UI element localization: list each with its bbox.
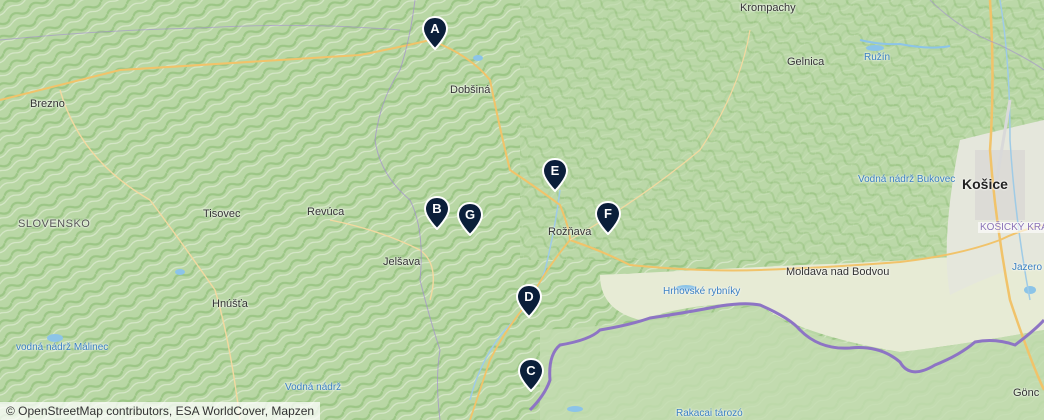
label-ruzin: Ružín — [864, 52, 891, 63]
label-malinec: vodná nádrž Málinec — [16, 342, 109, 353]
label-moldava: Moldava nad Bodvou — [786, 266, 890, 278]
label-kosice: Košice — [962, 176, 1008, 192]
label-hrhovske: Hrhovské rybníky — [663, 286, 741, 297]
label-vodna-nadrz: Vodná nádrž — [285, 382, 342, 393]
map-marker-d[interactable]: D — [516, 284, 542, 318]
map-terrain — [0, 0, 1044, 420]
map-attribution: © OpenStreetMap contributors, ESA WorldC… — [0, 402, 321, 420]
label-slovensko: SLOVENSKO — [18, 218, 91, 230]
label-roznava: Rožňava — [548, 226, 592, 238]
label-rakaca: Rakacai tározó — [676, 408, 743, 419]
label-jelsava: Jelšava — [383, 256, 421, 268]
label-bukovec: Vodná nádrž Bukovec — [858, 174, 956, 185]
marker-label: D — [524, 289, 534, 304]
label-revuca: Revúca — [307, 206, 345, 218]
marker-label: B — [432, 201, 442, 216]
label-kosicky-kraj: KOŠICKÝ KRAJ — [978, 222, 1044, 233]
label-tisovec: Tisovec — [203, 208, 241, 220]
marker-label: C — [526, 363, 536, 378]
marker-label: A — [430, 21, 440, 36]
map-marker-c[interactable]: C — [518, 358, 544, 392]
marker-label: E — [550, 163, 560, 178]
map-marker-f[interactable]: F — [595, 201, 621, 235]
label-krompachy: Krompachy — [740, 2, 796, 14]
marker-label: G — [464, 207, 476, 222]
label-dobsina: Dobšiná — [450, 84, 491, 96]
label-gelnica: Gelnica — [787, 56, 825, 68]
label-gonc: Gönc — [1013, 387, 1040, 399]
label-hnusta: Hnúšťa — [212, 298, 248, 310]
map-marker-g[interactable]: G — [457, 202, 483, 236]
map-view[interactable]: Krompachy Gelnica Ružín Brezno Dobšiná K… — [0, 0, 1044, 420]
marker-label: F — [604, 206, 612, 221]
label-jazero: Jazero — [1012, 262, 1043, 273]
label-brezno: Brezno — [30, 98, 65, 110]
map-marker-a[interactable]: A — [422, 16, 448, 50]
map-marker-b[interactable]: B — [424, 196, 450, 230]
map-marker-e[interactable]: E — [542, 158, 568, 192]
